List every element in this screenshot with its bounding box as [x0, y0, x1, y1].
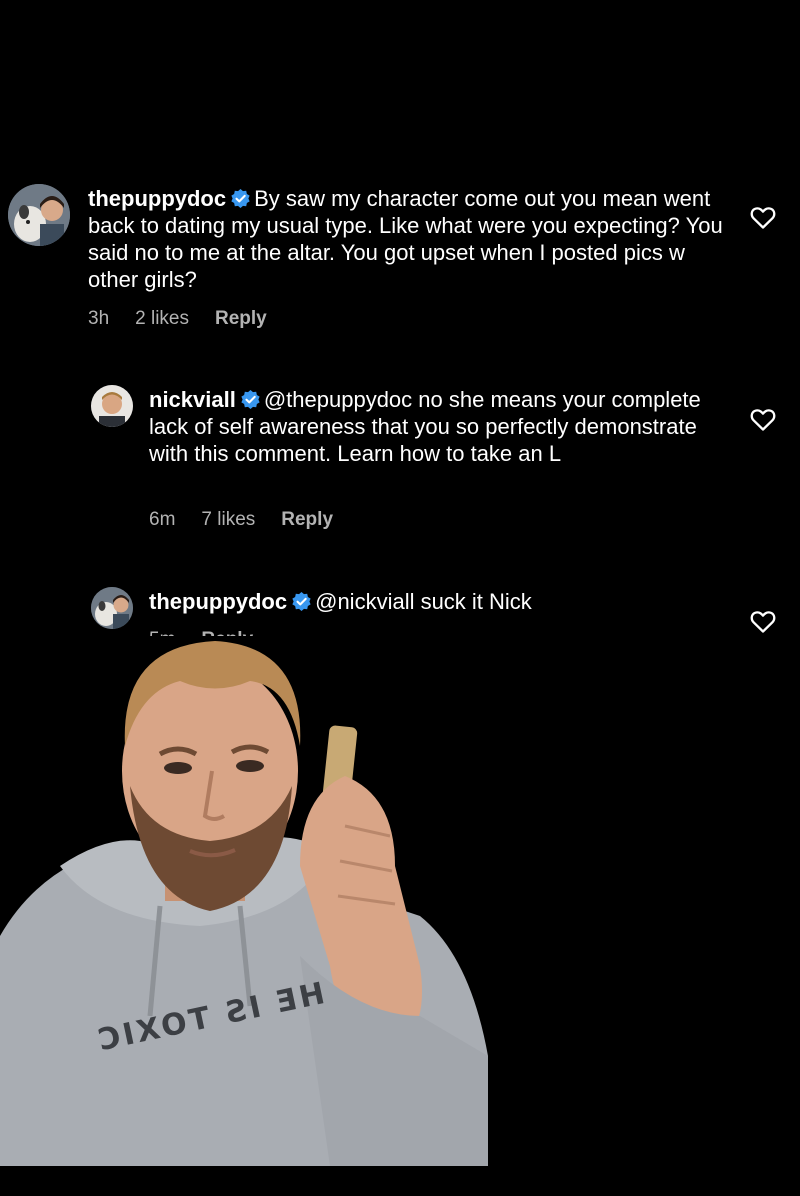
avatar-image [91, 587, 133, 629]
heart-outline-icon[interactable] [750, 408, 776, 432]
comment-username[interactable]: thepuppydoc [88, 186, 226, 211]
comment-time: 3h [88, 308, 110, 329]
video-frame-image [0, 636, 490, 1166]
avatar[interactable] [8, 184, 70, 246]
avatar[interactable] [91, 587, 133, 629]
video-overlay [0, 636, 490, 1166]
heart-outline-icon[interactable] [750, 610, 776, 634]
avatar-image [91, 385, 133, 427]
comment-likes[interactable]: 7 likes [201, 509, 255, 530]
comment-meta: 3h 2 likes Reply [88, 308, 293, 330]
comment-username[interactable]: thepuppydoc [149, 589, 287, 614]
comment-likes[interactable]: 2 likes [135, 308, 189, 329]
comment-time: 6m [149, 509, 176, 530]
avatar[interactable] [91, 385, 133, 427]
comment-username[interactable]: nickviall [149, 387, 236, 412]
verified-badge-icon [292, 592, 311, 611]
comment-body: thepuppydoc @nickviall suck it Nick [149, 588, 709, 615]
comment-body: nickviall @thepuppydoc no she means your … [149, 386, 709, 467]
heart-outline-icon[interactable] [750, 206, 776, 230]
comment-body: thepuppydoc By saw my character come out … [88, 185, 728, 293]
comment-meta: 6m 7 likes Reply [149, 509, 359, 531]
reply-button[interactable]: Reply [281, 509, 333, 530]
verified-badge-icon [231, 189, 250, 208]
reply-button[interactable]: Reply [215, 308, 267, 329]
avatar-image [8, 184, 70, 246]
comment-text: @nickviall suck it Nick [315, 589, 532, 614]
verified-badge-icon [241, 390, 260, 409]
